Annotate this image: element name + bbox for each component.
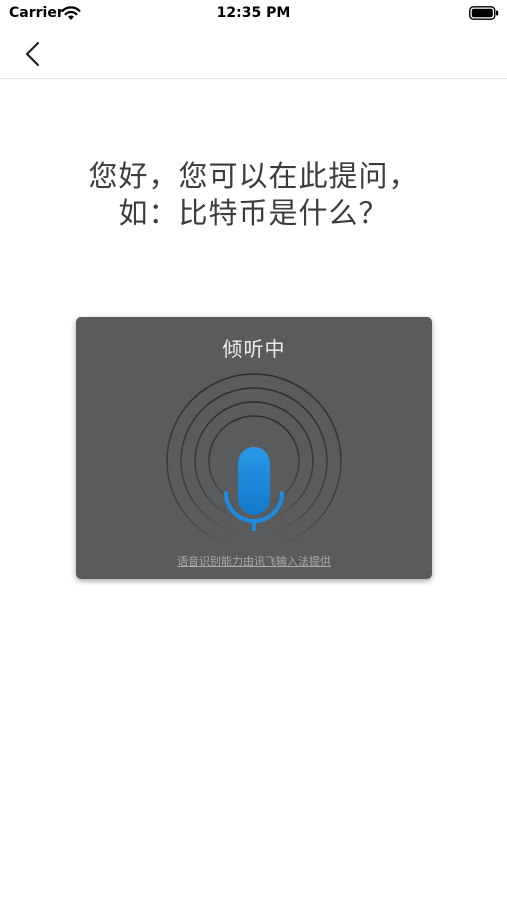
- provider-credit-link[interactable]: 语音识别能力由讯飞输入法提供: [76, 553, 432, 569]
- prompt-line-2: 如：比特币是什么？: [118, 196, 389, 230]
- back-button[interactable]: [18, 38, 50, 70]
- microphone-icon[interactable]: [154, 365, 354, 545]
- navigation-bar: [0, 28, 507, 79]
- battery-icon: [469, 6, 499, 20]
- status-time: 12:35 PM: [216, 5, 291, 21]
- prompt-text: 您好，您可以在此提问， 如：比特币是什么？: [0, 158, 507, 232]
- status-bar: Carrier 12:35 PM: [0, 0, 507, 28]
- voice-input-dialog: 倾听中 语音识别能力由讯飞输入法提供: [76, 317, 432, 579]
- chevron-left-icon: [25, 41, 40, 67]
- prompt-line-1: 您好，您可以在此提问，: [88, 159, 419, 193]
- listening-status: 倾听中: [222, 337, 286, 361]
